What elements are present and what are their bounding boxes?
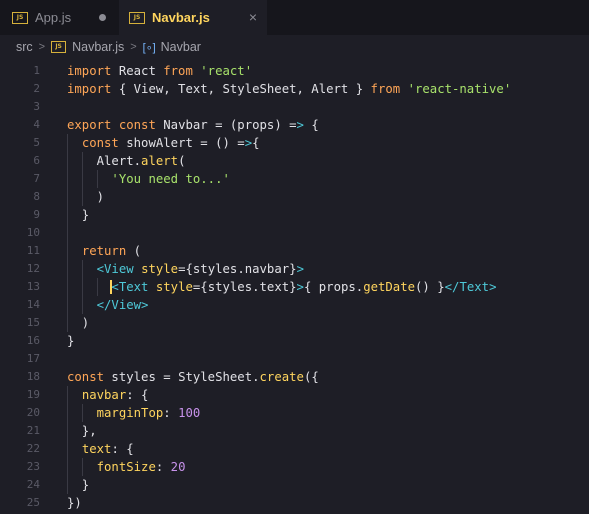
code-line[interactable]: 10 (0, 224, 589, 242)
code-line[interactable]: 2 import { View, Text, StyleSheet, Alert … (0, 80, 589, 98)
breadcrumb-file[interactable]: Navbar.js (72, 40, 124, 54)
code-editor[interactable]: 1 import React from 'react' 2 import { View… (0, 59, 589, 514)
code-line[interactable]: 1 import React from 'react' (0, 62, 589, 80)
code-text: import { View, Text, StyleSheet, Alert }… (67, 82, 512, 96)
indent-guide (67, 134, 68, 332)
line-number: 19 (26, 388, 40, 401)
text-cursor (110, 280, 113, 294)
code-text: <Text style={styles.text}>{ props.getDat… (111, 280, 497, 294)
code-line[interactable]: 22 text: { (0, 440, 589, 458)
code-text: const styles = StyleSheet.create({ (67, 370, 319, 384)
indent-guide (67, 386, 68, 494)
line-number: 5 (33, 136, 40, 149)
code-text: text: { (81, 442, 134, 456)
code-line[interactable]: 16} (0, 332, 589, 350)
code-line[interactable]: 25}) (0, 494, 589, 512)
code-line[interactable]: 7 'You need to...' (0, 170, 589, 188)
close-icon[interactable]: × (249, 9, 257, 25)
code-line[interactable]: 6 Alert.alert( (0, 152, 589, 170)
line-number: 23 (26, 460, 40, 473)
breadcrumb: src > JS Navbar.js > [∘] Navbar (0, 35, 589, 59)
js-file-icon: JS (51, 41, 67, 53)
line-number: 8 (33, 190, 40, 203)
tab-label: Navbar.js (152, 10, 210, 25)
indent-guide (81, 458, 83, 476)
code-text: ) (67, 316, 90, 330)
js-file-icon: JS (129, 11, 145, 24)
code-line[interactable]: 12 <View style={styles.navbar}> (0, 260, 589, 278)
indent-guide (96, 170, 98, 188)
code-text: 'You need to...' (111, 172, 230, 186)
line-number: 14 (26, 298, 40, 311)
code-text: } (67, 478, 90, 492)
js-file-icon: JS (12, 11, 28, 24)
code-text: export const Navbar = (props) => { (67, 118, 319, 132)
code-line[interactable]: 20 marginTop: 100 (0, 404, 589, 422)
code-text: ) (67, 190, 105, 204)
code-line[interactable]: 13 <Text style={styles.text}>{ props.get… (0, 278, 589, 296)
line-number: 11 (26, 244, 40, 257)
code-line[interactable]: 5 const showAlert = () =>{ (0, 134, 589, 152)
code-line[interactable]: 19 navbar: { (0, 386, 589, 404)
line-number: 9 (33, 208, 40, 221)
line-number: 4 (33, 118, 40, 131)
code-line[interactable]: 11 return ( (0, 242, 589, 260)
line-number: 17 (26, 352, 40, 365)
code-text: Alert.alert( (67, 154, 186, 168)
code-line[interactable]: 9 } (0, 206, 589, 224)
tab-navbar-js[interactable]: JS Navbar.js × (119, 0, 267, 35)
code-line[interactable]: 3 (0, 98, 589, 116)
modified-dot-icon[interactable] (99, 14, 106, 21)
indent-guide (96, 278, 98, 296)
line-number: 10 (26, 226, 40, 239)
line-number: 20 (26, 406, 40, 419)
chevron-right-icon: > (130, 41, 137, 53)
chevron-right-icon: > (38, 41, 46, 53)
symbol-variable-icon: [∘] (142, 41, 156, 54)
breadcrumb-folder[interactable]: src (16, 40, 33, 54)
line-number: 25 (26, 496, 40, 509)
code-line[interactable]: 21 }, (0, 422, 589, 440)
code-text: </View> (96, 298, 149, 312)
tab-bar: JS App.js JS Navbar.js × (0, 0, 589, 35)
code-line[interactable]: 18 const styles = StyleSheet.create({ (0, 368, 589, 386)
code-line[interactable]: 4 export const Navbar = (props) => { (0, 116, 589, 134)
code-text: navbar: { (81, 388, 149, 402)
line-number: 3 (33, 100, 40, 113)
code-line[interactable]: 17 (0, 350, 589, 368)
code-text: return ( (81, 244, 142, 258)
line-number: 7 (33, 172, 40, 185)
breadcrumb-symbol[interactable]: Navbar (161, 40, 201, 54)
line-number: 1 (33, 64, 40, 77)
indent-guide (81, 152, 83, 206)
line-number: 22 (26, 442, 40, 455)
code-text: }) (67, 496, 82, 510)
code-text: fontSize: 20 (96, 460, 186, 474)
code-text: <View style={styles.navbar}> (96, 262, 304, 276)
line-number: 24 (26, 478, 40, 491)
line-number: 15 (26, 316, 40, 329)
line-number: 21 (26, 424, 40, 437)
code-text: } (67, 334, 75, 348)
code-text: marginTop: 100 (96, 406, 201, 420)
code-text: import React from 'react' (67, 64, 253, 78)
code-line[interactable]: 24 } (0, 476, 589, 494)
code-text: }, (67, 424, 97, 438)
line-number: 18 (26, 370, 40, 383)
indent-guide (81, 404, 83, 422)
line-number: 12 (26, 262, 40, 275)
code-line[interactable]: 14 </View> (0, 296, 589, 314)
line-number: 6 (33, 154, 40, 167)
line-number: 13 (26, 280, 40, 293)
tab-label: App.js (35, 10, 72, 25)
line-number: 16 (26, 334, 40, 347)
code-line[interactable]: 23 fontSize: 20 (0, 458, 589, 476)
line-number: 2 (33, 82, 40, 95)
tab-app-js[interactable]: JS App.js (0, 0, 118, 35)
code-text: const showAlert = () =>{ (81, 136, 260, 150)
code-text: } (67, 208, 90, 222)
code-line[interactable]: 15 ) (0, 314, 589, 332)
code-line[interactable]: 8 ) (0, 188, 589, 206)
indent-guide (81, 260, 83, 314)
